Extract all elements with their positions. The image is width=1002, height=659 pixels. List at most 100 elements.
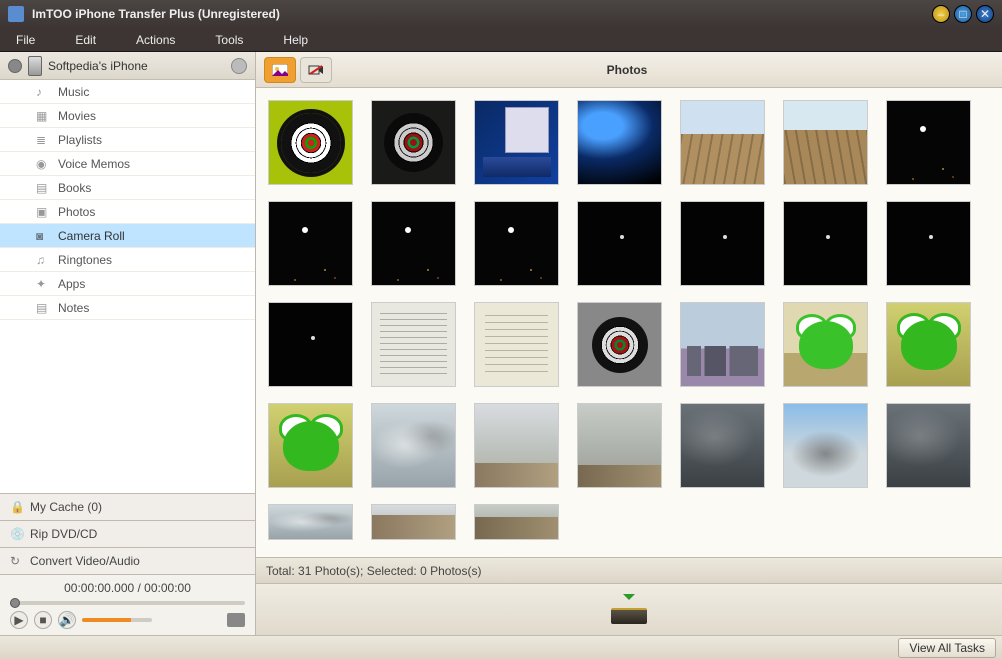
footer: View All Tasks <box>0 635 1002 659</box>
notes-icon: ▤ <box>36 301 50 315</box>
sidecard-label: Rip DVD/CD <box>30 527 97 541</box>
status-bar: Total: 31 Photo(s); Selected: 0 Photos(s… <box>256 557 1002 583</box>
photo-thumbnail[interactable] <box>268 403 353 488</box>
photo-thumbnail[interactable] <box>783 201 868 286</box>
menu-help[interactable]: Help <box>283 33 308 47</box>
sidebar-label: Music <box>58 85 89 99</box>
sidebar-item-notes[interactable]: ▤ Notes <box>0 296 255 320</box>
maximize-button[interactable]: □ <box>954 5 972 23</box>
rip-row[interactable]: 💿 Rip DVD/CD <box>0 520 255 547</box>
photo-view-button[interactable] <box>264 57 296 83</box>
convert-row[interactable]: ↻Convert Video/Audio <box>0 547 255 574</box>
view-toolbar: Photos <box>256 52 1002 88</box>
play-button[interactable]: ▶ <box>10 611 28 629</box>
music-icon: ♪ <box>36 85 50 99</box>
sidebar-label: Apps <box>58 277 85 291</box>
photo-thumbnail[interactable] <box>371 403 456 488</box>
device-row[interactable]: Softpedia's iPhone <box>0 52 255 80</box>
action-bar <box>256 583 1002 635</box>
photo-thumbnail[interactable] <box>577 403 662 488</box>
photo-thumbnail[interactable] <box>268 504 353 540</box>
lock-icon: 🔒 <box>10 500 24 514</box>
photo-thumbnail[interactable] <box>268 302 353 387</box>
photo-thumbnail[interactable] <box>474 201 559 286</box>
photo-thumbnail[interactable] <box>886 100 971 185</box>
disk-icon <box>611 608 647 624</box>
photo-thumbnail[interactable] <box>474 302 559 387</box>
photo-thumbnail[interactable] <box>680 403 765 488</box>
book-icon: ▤ <box>36 181 50 195</box>
export-to-disk-button[interactable] <box>611 596 647 624</box>
sidebar-item-camera-roll[interactable]: ◙ Camera Roll <box>0 224 255 248</box>
photo-thumbnail[interactable] <box>268 100 353 185</box>
playlist-icon: ≣ <box>36 133 50 147</box>
sidebar-item-books[interactable]: ▤ Books <box>0 176 255 200</box>
app-icon <box>8 6 24 22</box>
device-name: Softpedia's iPhone <box>48 59 225 73</box>
volume-slider[interactable] <box>82 618 152 622</box>
menu-actions[interactable]: Actions <box>136 33 175 47</box>
sidebar: Softpedia's iPhone ♪ Music ▦Movies ≣Playl… <box>0 52 256 635</box>
menu-file[interactable]: File <box>16 33 35 47</box>
mic-icon: ◉ <box>36 157 50 171</box>
player-panel: 00:00:00.000 / 00:00:00 ▶ ■ 🔊 <box>0 574 255 635</box>
photo-thumbnail[interactable] <box>474 504 559 540</box>
photo-thumbnail[interactable] <box>371 201 456 286</box>
photo-thumbnail[interactable] <box>680 201 765 286</box>
sidebar-item-movies[interactable]: ▦Movies <box>0 104 255 128</box>
sidebar-item-apps[interactable]: ✦ Apps <box>0 272 255 296</box>
menu-edit[interactable]: Edit <box>75 33 96 47</box>
my-cache-row[interactable]: 🔒My Cache (0) <box>0 493 255 520</box>
sidebar-item-voice[interactable]: ◉ Voice Memos <box>0 152 255 176</box>
snapshot-button[interactable] <box>227 613 245 627</box>
photo-thumbnail[interactable] <box>474 100 559 185</box>
apps-icon: ✦ <box>36 277 50 291</box>
photo-thumbnail[interactable] <box>474 403 559 488</box>
photo-thumbnail[interactable] <box>783 403 868 488</box>
eject-icon[interactable] <box>8 59 22 73</box>
sidebar-item-ringtones[interactable]: ♫Ringtones <box>0 248 255 272</box>
photo-thumbnail[interactable] <box>577 201 662 286</box>
collapse-icon[interactable] <box>231 58 247 74</box>
photo-thumbnail[interactable] <box>886 302 971 387</box>
photo-grid[interactable] <box>256 88 1002 557</box>
status-text: Total: 31 Photo(s); Selected: 0 Photos(s… <box>266 564 481 578</box>
view-all-tasks-button[interactable]: View All Tasks <box>898 638 996 658</box>
disc-icon: 💿 <box>10 527 24 541</box>
stop-button[interactable]: ■ <box>34 611 52 629</box>
window-title: ImTOO iPhone Transfer Plus (Unregistered… <box>32 7 932 21</box>
photo-thumbnail[interactable] <box>886 403 971 488</box>
minimize-button[interactable]: – <box>932 5 950 23</box>
download-arrow-icon <box>623 594 635 606</box>
sidebar-label: Notes <box>58 301 89 315</box>
seek-bar[interactable] <box>10 601 245 605</box>
photo-thumbnail[interactable] <box>371 302 456 387</box>
sidebar-label: Voice Memos <box>58 157 130 171</box>
camera-icon: ◙ <box>36 229 50 243</box>
sidebar-item-photos[interactable]: ▣Photos <box>0 200 255 224</box>
photo-thumbnail[interactable] <box>783 100 868 185</box>
photo-thumbnail[interactable] <box>371 504 456 540</box>
menu-tools[interactable]: Tools <box>215 33 243 47</box>
sidebar-label: Ringtones <box>58 253 112 267</box>
volume-icon[interactable]: 🔊 <box>58 611 76 629</box>
photo-thumbnail[interactable] <box>680 100 765 185</box>
photo-thumbnail[interactable] <box>783 302 868 387</box>
titlebar: ImTOO iPhone Transfer Plus (Unregistered… <box>0 0 1002 28</box>
iphone-icon <box>28 56 42 76</box>
photo-thumbnail[interactable] <box>680 302 765 387</box>
photo-thumbnail[interactable] <box>577 100 662 185</box>
photo-thumbnail[interactable] <box>268 201 353 286</box>
sidebar-item-music[interactable]: ♪ Music <box>0 80 255 104</box>
main-panel: Photos Total: 31 Photo(s); Selected: 0 P… <box>256 52 1002 635</box>
photo-thumbnail[interactable] <box>371 100 456 185</box>
sidebar-label: Camera Roll <box>58 229 125 243</box>
close-button[interactable]: ✕ <box>976 5 994 23</box>
film-icon: ▦ <box>36 109 50 123</box>
photo-thumbnail[interactable] <box>577 302 662 387</box>
sidebar-item-playlists[interactable]: ≣Playlists <box>0 128 255 152</box>
seek-knob[interactable] <box>10 598 20 608</box>
photo-thumbnail[interactable] <box>886 201 971 286</box>
video-view-button[interactable] <box>300 57 332 83</box>
sidebar-label: Books <box>58 181 91 195</box>
